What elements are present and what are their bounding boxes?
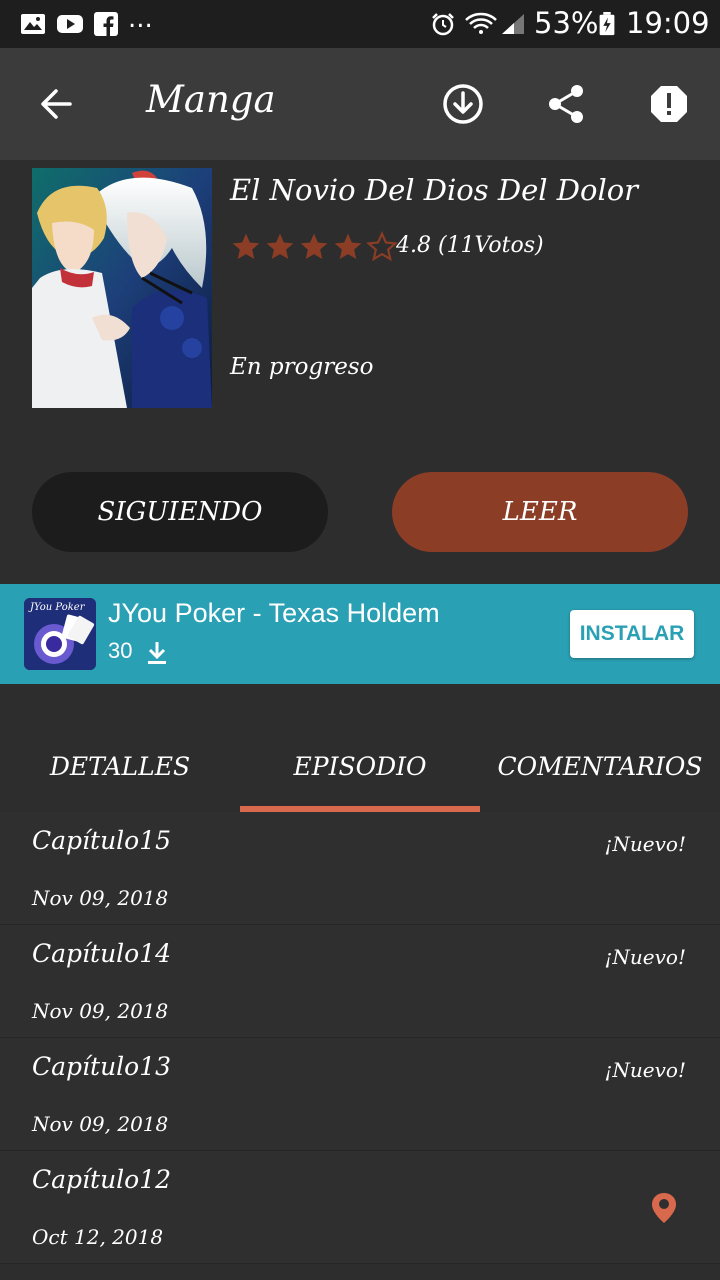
- location-pin-icon: [652, 1193, 676, 1223]
- rating-stars: [230, 231, 398, 263]
- chapter-row[interactable]: Capítulo13 Nov 09, 2018 ¡Nuevo!: [0, 1038, 720, 1151]
- tab-episodes[interactable]: EPISODIO: [240, 720, 480, 812]
- ad-banner[interactable]: JYou Poker JYou Poker - Texas Holdem 30 …: [0, 584, 720, 684]
- chapter-row[interactable]: Capítulo14 Nov 09, 2018 ¡Nuevo!: [0, 925, 720, 1038]
- star-filled-icon: [334, 233, 362, 259]
- new-badge: ¡Nuevo!: [604, 1058, 686, 1082]
- poker-chip-icon: JYou Poker: [24, 598, 96, 670]
- report-icon: [651, 86, 687, 122]
- chapter-row[interactable]: Capítulo12 Oct 12, 2018: [0, 1151, 720, 1264]
- more-notifications: ...: [128, 4, 153, 34]
- rating-text: 4.8 (11Votos): [396, 233, 544, 258]
- manga-cover[interactable]: [32, 168, 212, 408]
- download-icon: [148, 642, 166, 664]
- share-button[interactable]: [538, 76, 594, 132]
- share-icon: [549, 85, 583, 123]
- facebook-icon: [94, 12, 118, 36]
- alarm-icon: [432, 13, 454, 36]
- publication-status: En progreso: [230, 354, 374, 380]
- chapter-list: Capítulo15 Nov 09, 2018 ¡Nuevo! Capítulo…: [0, 812, 720, 1264]
- tab-details[interactable]: DETALLES: [0, 720, 240, 812]
- chapter-date: Nov 09, 2018: [32, 886, 169, 910]
- download-icon: [443, 84, 483, 124]
- tab-bar: DETALLES EPISODIO COMENTARIOS: [0, 720, 720, 812]
- ad-icon-label: JYou Poker: [28, 602, 86, 613]
- new-badge: ¡Nuevo!: [604, 832, 686, 856]
- back-button[interactable]: [28, 76, 84, 132]
- chapter-name: Capítulo15: [32, 826, 172, 855]
- following-button[interactable]: SIGUIENDO: [32, 472, 328, 552]
- chapter-date: Nov 09, 2018: [32, 999, 169, 1023]
- report-button[interactable]: [641, 76, 697, 132]
- chapter-date: Oct 12, 2018: [32, 1225, 164, 1249]
- battery-percent: 53%: [534, 6, 599, 40]
- read-button[interactable]: LEER: [392, 472, 688, 552]
- cover-image: [32, 168, 212, 408]
- star-filled-icon: [266, 233, 294, 259]
- app-bar: Manga: [0, 48, 720, 160]
- download-button[interactable]: [435, 76, 491, 132]
- wifi-icon: [465, 12, 497, 34]
- star-filled-icon: [232, 233, 260, 259]
- new-badge: ¡Nuevo!: [604, 945, 686, 969]
- tab-comments[interactable]: COMENTARIOS: [480, 720, 720, 812]
- chapter-name: Capítulo14: [32, 939, 172, 968]
- battery-icon: [599, 12, 615, 36]
- chapter-name: Capítulo12: [32, 1165, 172, 1194]
- youtube-icon: [57, 15, 83, 33]
- status-bar: ... 53% 19:09: [0, 0, 720, 48]
- page-title: Manga: [146, 78, 276, 121]
- chapter-name: Capítulo13: [32, 1052, 172, 1081]
- clock: 19:09: [626, 6, 710, 40]
- install-button[interactable]: INSTALAR: [570, 610, 694, 658]
- ad-app-icon: JYou Poker: [24, 598, 96, 670]
- ad-title: JYou Poker - Texas Holdem: [108, 598, 440, 628]
- signal-icon: [502, 14, 524, 34]
- back-arrow-icon: [41, 89, 72, 119]
- chapter-date: Nov 09, 2018: [32, 1112, 169, 1136]
- star-outline-icon: [366, 231, 398, 262]
- ad-download-count: 30: [108, 638, 133, 663]
- star-filled-icon: [300, 233, 328, 259]
- manga-title: El Novio Del Dios Del Dolor: [230, 173, 639, 207]
- gallery-icon: [21, 14, 45, 34]
- chapter-row[interactable]: Capítulo15 Nov 09, 2018 ¡Nuevo!: [0, 812, 720, 925]
